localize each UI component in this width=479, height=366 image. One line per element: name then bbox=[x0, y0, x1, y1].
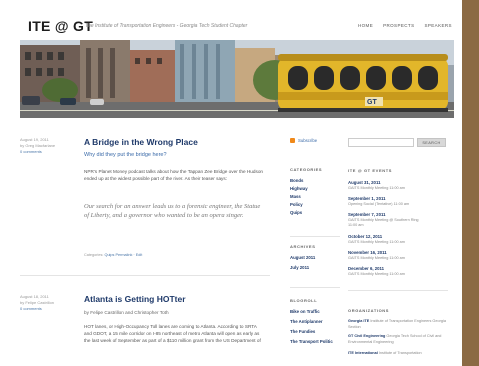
event-desc: GAITS Monthly Meeting 11:00 am bbox=[348, 256, 405, 260]
org-link[interactable]: GT Civil Engineering bbox=[348, 334, 385, 338]
post-1-subtitle[interactable]: Why did they put the bridge here? bbox=[84, 152, 167, 158]
post-1-categories: Categories: Quips Permalink · Edit bbox=[84, 253, 142, 257]
nav-home[interactable]: HOME bbox=[358, 23, 373, 28]
event-date[interactable]: September 7, 2011 bbox=[348, 212, 386, 217]
post-1-category-link[interactable]: Quips bbox=[104, 253, 114, 257]
event-date[interactable]: October 12, 2011 bbox=[348, 234, 382, 239]
post-1-meta: August 19, 2011 by Greg Macfarlane 0 com… bbox=[20, 137, 75, 155]
top-nav: HOME PROSPECTS SPEAKERS bbox=[358, 23, 452, 28]
post-1-title[interactable]: A Bridge in the Wrong Place bbox=[84, 137, 198, 147]
category-highway[interactable]: Highway bbox=[290, 186, 308, 191]
sidebar-divider bbox=[348, 290, 448, 291]
blogroll-link-3[interactable]: The Fundies bbox=[290, 329, 315, 334]
post-1-comments-link[interactable]: 0 comments bbox=[20, 149, 75, 155]
event-date[interactable]: September 1, 2011 bbox=[348, 196, 386, 201]
org-item: Georgia ITE Institute of Transportation … bbox=[348, 319, 448, 330]
page-content: ITE @ GT The Institute of Transportation… bbox=[0, 0, 462, 366]
event-date[interactable]: August 31, 2011 bbox=[348, 180, 380, 185]
categories-heading: CATEGORIES bbox=[290, 167, 323, 172]
post-2-byline: by Felipe Castrillon and Christopher Tot… bbox=[84, 310, 169, 315]
sidebar-divider bbox=[290, 236, 340, 237]
event-date[interactable]: December 6, 2011 bbox=[348, 266, 384, 271]
category-policy[interactable]: Policy bbox=[290, 202, 303, 207]
archive-august-2011[interactable]: August 2011 bbox=[290, 255, 315, 260]
organizations-heading: ORGANIZATIONS bbox=[348, 308, 390, 313]
org-item: ITE International Institute of Transport… bbox=[348, 351, 448, 357]
category-quips[interactable]: Quips bbox=[290, 210, 302, 215]
subscribe-link[interactable]: Subscribe bbox=[298, 138, 317, 143]
org-desc: Institute of Transportation bbox=[378, 351, 422, 355]
event-desc: 11:00 am bbox=[348, 223, 364, 227]
blogroll-link-2[interactable]: The Antiplanner bbox=[290, 319, 323, 324]
event-desc: GAITS Monthly Meeting 11:00 am bbox=[348, 272, 405, 276]
post-1-categories-label: Categories: bbox=[84, 253, 104, 257]
event-desc: GAITS Monthly Meeting 11:00 am bbox=[348, 240, 405, 244]
event-desc: GAITS Monthly Meeting 11:00 am bbox=[348, 186, 405, 190]
post-divider bbox=[20, 275, 270, 276]
post-2-comments-link[interactable]: 0 comments bbox=[20, 306, 75, 312]
page-border bbox=[462, 0, 479, 366]
blogroll-link-1[interactable]: Bike on Traffic bbox=[290, 309, 320, 314]
org-item: GT Civil Engineering Georgia Tech School… bbox=[348, 334, 448, 345]
site-tagline: The Institute of Transportation Engineer… bbox=[85, 23, 248, 29]
site-title[interactable]: ITE @ GT bbox=[28, 18, 93, 34]
search-button[interactable]: SEARCH bbox=[417, 138, 446, 147]
event-desc: Opening Social (Tentative) 11:00 am bbox=[348, 202, 410, 206]
post-2-title[interactable]: Atlanta is Getting HOTter bbox=[84, 294, 186, 304]
category-mass[interactable]: Mass bbox=[290, 194, 301, 199]
svg-text:GT: GT bbox=[367, 99, 377, 106]
blogroll-heading: BLOGROLL bbox=[290, 298, 318, 303]
event-date[interactable]: November 16, 2011 bbox=[348, 250, 387, 255]
search-input[interactable] bbox=[348, 138, 414, 147]
blogroll-link-4[interactable]: The Transport Politic bbox=[290, 339, 333, 344]
header-banner-image: GT bbox=[20, 40, 454, 118]
sidebar-divider bbox=[290, 287, 340, 288]
org-link[interactable]: Georgia ITE bbox=[348, 319, 369, 323]
post-2-body: HOT lanes, or High-Occupancy Toll lanes … bbox=[84, 324, 261, 343]
event-desc: GAITS Monthly Meeting @ Southern Ring bbox=[348, 218, 419, 222]
rss-icon[interactable] bbox=[290, 138, 295, 143]
post-1-permalink-edit[interactable]: Permalink · Edit bbox=[115, 253, 142, 257]
nav-speakers[interactable]: SPEAKERS bbox=[424, 23, 451, 28]
org-link[interactable]: ITE International bbox=[348, 351, 378, 355]
archive-july-2011[interactable]: July 2011 bbox=[290, 265, 309, 270]
category-bonds[interactable]: Bonds bbox=[290, 178, 303, 183]
post-1-quote: Our search for an answer leads us to a f… bbox=[84, 203, 261, 219]
archives-heading: ARCHIVES bbox=[290, 244, 316, 249]
nav-prospects[interactable]: PROSPECTS bbox=[383, 23, 414, 28]
post-2-meta: August 18, 2011 by Felipe Castrillon 0 c… bbox=[20, 294, 75, 312]
events-heading: ITE @ GT EVENTS bbox=[348, 168, 393, 173]
post-1-body: NPR's Planet Money podcast talks about h… bbox=[84, 169, 264, 181]
